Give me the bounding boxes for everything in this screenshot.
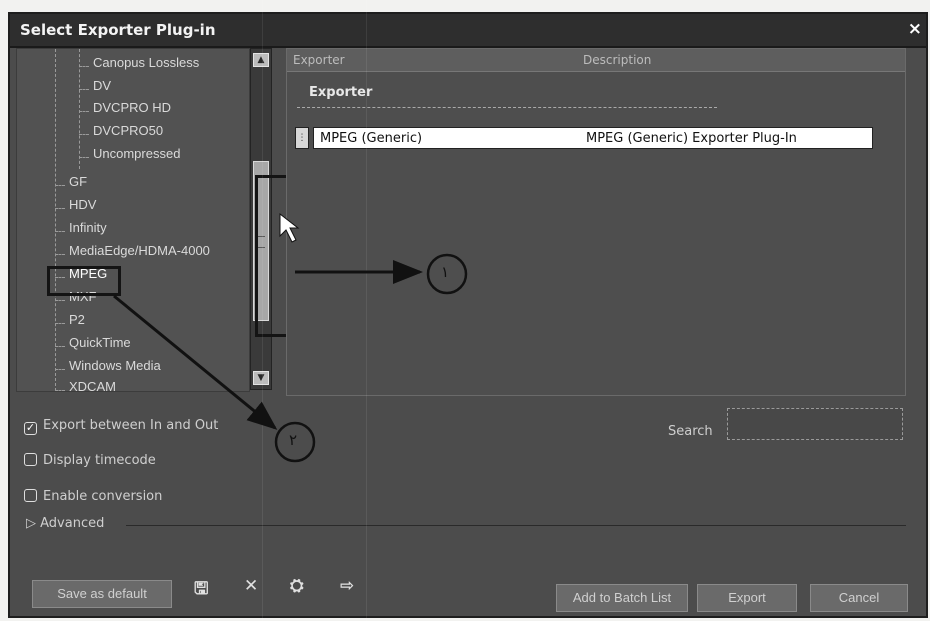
callout-number-2: ٢	[289, 431, 298, 449]
table-row[interactable]: MPEG (Generic) MPEG (Generic) Exporter P…	[313, 127, 873, 149]
tree-tick	[79, 66, 89, 67]
enable-conversion-label: Enable conversion	[43, 489, 163, 504]
close-icon[interactable]: ×	[908, 19, 922, 39]
tree-item-infinity[interactable]: Infinity	[69, 220, 107, 235]
tree-item-p2[interactable]: P2	[69, 312, 85, 327]
delete-icon[interactable]: ✕	[244, 576, 258, 596]
scroll-up-icon[interactable]: ▲	[253, 53, 269, 67]
photo-line	[366, 0, 367, 621]
tree-item-dvcpro-hd[interactable]: DVCPRO HD	[93, 100, 171, 115]
tree-item-xdcam[interactable]: XDCAM	[69, 379, 116, 391]
cancel-button[interactable]: Cancel	[810, 584, 908, 612]
tree-connector	[55, 49, 56, 391]
tree-item-dv[interactable]: DV	[93, 78, 111, 93]
tree-tick	[55, 369, 65, 370]
tree-item-windows-media[interactable]: Windows Media	[69, 358, 161, 373]
display-timecode-option[interactable]: Display timecode	[24, 453, 156, 468]
checkbox-checked-icon[interactable]: ✓	[24, 422, 37, 435]
row-exporter: MPEG (Generic)	[320, 131, 423, 146]
column-description[interactable]: Description	[583, 53, 651, 67]
tree-tick	[55, 323, 65, 324]
add-to-batch-list-button[interactable]: Add to Batch List	[556, 584, 688, 612]
tree-item-quicktime[interactable]: QuickTime	[69, 335, 131, 350]
exporter-list-panel: Exporter Description Exporter ⋮ MPEG (Ge…	[286, 48, 906, 396]
row-handle-icon[interactable]: ⋮	[295, 127, 309, 149]
tree-item-dvcpro50[interactable]: DVCPRO50	[93, 123, 163, 138]
tree-tick	[79, 111, 89, 112]
column-exporter[interactable]: Exporter	[293, 53, 345, 67]
group-label: Exporter	[309, 85, 373, 100]
tree-tick	[55, 390, 65, 391]
advanced-toggle[interactable]: ▷ Advanced	[26, 516, 104, 531]
export-between-label: Export between In and Out	[43, 418, 219, 433]
mpeg-highlight-box	[47, 266, 121, 296]
group-divider	[297, 107, 717, 108]
save-as-default-button[interactable]: Save as default	[32, 580, 172, 608]
search-input[interactable]	[727, 408, 903, 440]
checkbox-icon[interactable]	[24, 489, 37, 502]
tree-tick	[55, 231, 65, 232]
tree-tick	[79, 134, 89, 135]
scroll-down-icon[interactable]: ▼	[253, 371, 269, 385]
photo-line	[262, 0, 263, 621]
display-timecode-label: Display timecode	[43, 453, 156, 468]
tree-tick	[55, 346, 65, 347]
tree-item-uncompressed[interactable]: Uncompressed	[93, 146, 180, 161]
tree-tick	[55, 300, 65, 301]
advanced-label: Advanced	[40, 516, 105, 531]
tree-tick	[79, 157, 89, 158]
row-description: MPEG (Generic) Exporter Plug-In	[586, 131, 797, 146]
tree-tick	[55, 185, 65, 186]
tree-connector	[79, 49, 80, 169]
search-label: Search	[668, 424, 713, 439]
exporter-tree: Canopus Lossless DV DVCPRO HD DVCPRO50 U…	[16, 48, 250, 392]
enable-conversion-option[interactable]: Enable conversion	[24, 489, 162, 504]
tree-item-mediaedge[interactable]: MediaEdge/HDMA-4000	[69, 243, 210, 258]
tree-tick	[79, 89, 89, 90]
callout-number-1: ١	[441, 263, 450, 281]
tree-tick	[55, 208, 65, 209]
export-button[interactable]: Export	[697, 584, 797, 612]
tree-item-canopus-lossless[interactable]: Canopus Lossless	[93, 55, 199, 70]
tree-item-hdv[interactable]: HDV	[69, 197, 96, 212]
tree-tick	[55, 254, 65, 255]
import-preset-icon[interactable]: ⛭	[290, 576, 304, 596]
tree-item-gf[interactable]: GF	[69, 174, 87, 189]
column-header: Exporter Description	[287, 49, 905, 72]
title-bar: Select Exporter Plug-in ×	[10, 14, 926, 48]
export-between-option[interactable]: ✓ Export between In and Out	[24, 418, 218, 435]
expand-arrow-icon[interactable]: ▷	[26, 516, 36, 531]
checkbox-icon[interactable]	[24, 453, 37, 466]
export-preset-icon[interactable]: ⇨	[340, 576, 354, 596]
dialog-title: Select Exporter Plug-in	[20, 21, 216, 39]
advanced-divider	[126, 525, 906, 526]
save-icon[interactable]: 🖫	[194, 576, 208, 605]
